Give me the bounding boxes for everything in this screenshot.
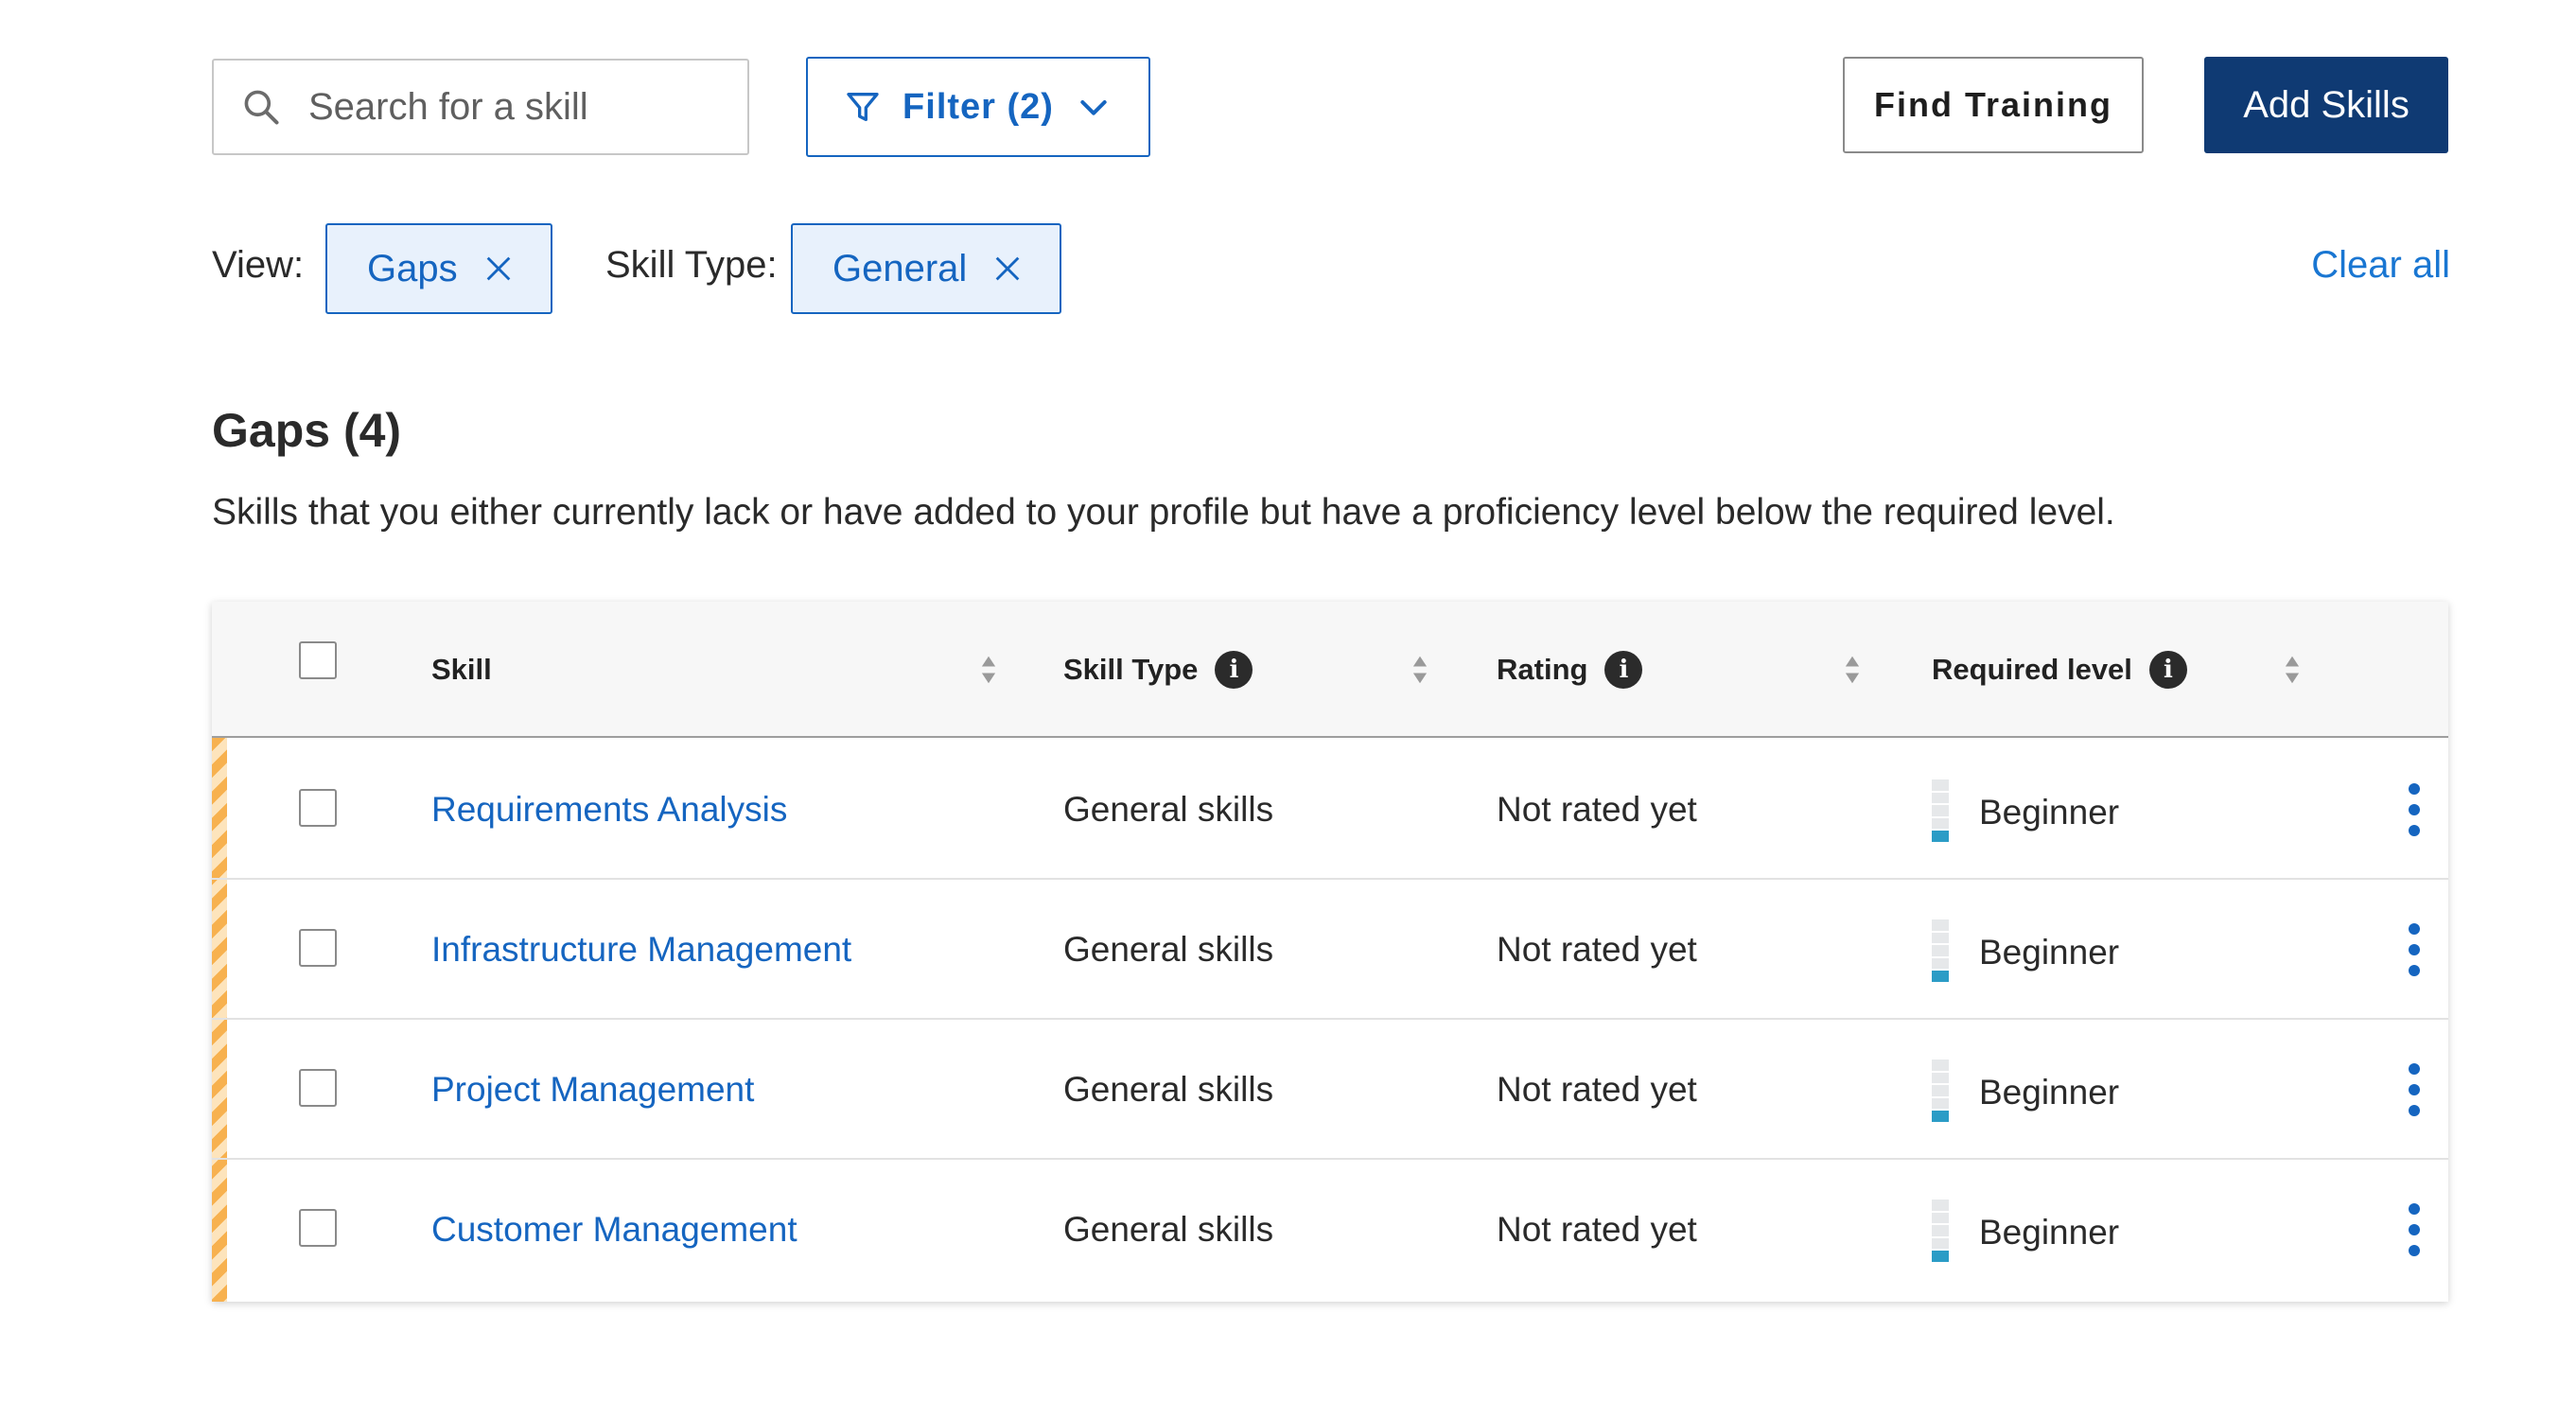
table-row: Requirements Analysis General skills Not…: [212, 740, 2448, 880]
column-header-skill-type[interactable]: Skill Type i: [1063, 602, 1253, 738]
more-vertical-icon[interactable]: [2395, 1201, 2433, 1258]
column-header-skill-type-label: Skill Type: [1063, 653, 1199, 686]
row-checkbox[interactable]: [299, 789, 337, 827]
table-row: Infrastructure Management General skills…: [212, 880, 2448, 1020]
filter-funnel-icon: [847, 93, 879, 121]
level-segment: [1932, 1060, 1949, 1071]
select-all-checkbox[interactable]: [299, 641, 337, 679]
skill-name-link[interactable]: Project Management: [431, 1070, 754, 1110]
more-vertical-icon[interactable]: [2395, 781, 2433, 838]
close-icon[interactable]: [482, 253, 515, 285]
skill-type-cell: General skills: [1063, 930, 1274, 969]
level-segment: [1932, 831, 1949, 842]
level-segment: [1932, 1225, 1949, 1236]
info-icon[interactable]: i: [2148, 651, 2187, 689]
add-skills-button[interactable]: Add Skills: [2204, 57, 2448, 153]
level-segment: [1932, 1097, 1949, 1110]
level-segment: [1932, 1072, 1949, 1084]
row-checkbox[interactable]: [299, 1069, 337, 1107]
skill-type-filter-chip[interactable]: General: [791, 223, 1062, 314]
level-segment: [1932, 1212, 1949, 1224]
required-level-cell: Beginner: [1979, 933, 2120, 972]
skill-type-filter-label: Skill Type:: [605, 244, 778, 286]
view-filter-label: View:: [212, 244, 305, 286]
column-header-rating-label: Rating: [1497, 653, 1588, 686]
sort-icon[interactable]: [1411, 655, 1428, 685]
skill-name-link[interactable]: Requirements Analysis: [431, 790, 787, 830]
find-training-label: Find Training: [1874, 85, 2112, 124]
required-level-cell: Beginner: [1979, 1073, 2120, 1112]
level-segment: [1932, 1085, 1949, 1096]
sort-icon[interactable]: [1844, 655, 1861, 685]
skills-table: Skill Skill Type i Rating i Required lev…: [212, 602, 2448, 1302]
level-segment: [1932, 957, 1949, 970]
view-chip-label: Gaps: [367, 247, 458, 289]
skills-gaps-page: Filter (2) Find Training Add Skills View…: [0, 0, 2576, 1401]
level-segment: [1932, 919, 1949, 931]
row-checkbox[interactable]: [299, 929, 337, 967]
level-segment: [1932, 1200, 1949, 1211]
clear-all-link[interactable]: Clear all: [2311, 244, 2450, 287]
column-header-required-level-label: Required level: [1932, 653, 2132, 686]
table-row: Customer Management General skills Not r…: [212, 1160, 2448, 1300]
filter-button[interactable]: Filter (2): [806, 57, 1150, 157]
view-filter-chip[interactable]: Gaps: [325, 223, 552, 314]
skill-type-cell: General skills: [1063, 1210, 1274, 1249]
level-segment: [1932, 1251, 1949, 1262]
section-title: Gaps (4): [212, 404, 402, 457]
add-skills-label: Add Skills: [2243, 83, 2410, 126]
filter-button-label: Filter (2): [902, 86, 1054, 127]
sort-icon[interactable]: [980, 655, 997, 685]
skill-type-chip-label: General: [832, 247, 968, 289]
level-meter: [1932, 1060, 1949, 1122]
level-segment: [1932, 779, 1949, 791]
row-checkbox[interactable]: [299, 1209, 337, 1247]
section-description: Skills that you either currently lack or…: [212, 492, 2115, 533]
required-level-cell: Beginner: [1979, 1213, 2120, 1252]
skill-type-cell: General skills: [1063, 1070, 1274, 1109]
skill-type-cell: General skills: [1063, 790, 1274, 829]
level-meter: [1932, 1200, 1949, 1262]
sort-icon[interactable]: [2284, 655, 2301, 685]
close-icon[interactable]: [991, 253, 1024, 285]
info-icon[interactable]: i: [1215, 651, 1253, 689]
level-meter: [1932, 919, 1949, 982]
level-segment: [1932, 1237, 1949, 1250]
skill-name-link[interactable]: Customer Management: [431, 1210, 797, 1250]
column-header-skill[interactable]: Skill: [431, 602, 492, 738]
required-level-cell: Beginner: [1979, 793, 2120, 832]
rating-cell: Not rated yet: [1497, 1210, 1697, 1249]
table-row: Project Management General skills Not ra…: [212, 1020, 2448, 1160]
column-header-skill-label: Skill: [431, 653, 492, 686]
table-header: Skill Skill Type i Rating i Required lev…: [212, 602, 2448, 738]
level-segment: [1932, 817, 1949, 830]
column-header-required-level[interactable]: Required level i: [1932, 602, 2187, 738]
find-training-button[interactable]: Find Training: [1843, 57, 2144, 153]
level-segment: [1932, 971, 1949, 982]
level-segment: [1932, 792, 1949, 804]
level-segment: [1932, 932, 1949, 944]
level-segment: [1932, 805, 1949, 816]
skill-name-link[interactable]: Infrastructure Management: [431, 930, 851, 970]
level-segment: [1932, 1111, 1949, 1122]
search-input[interactable]: [308, 85, 725, 129]
column-header-rating[interactable]: Rating i: [1497, 602, 1643, 738]
rating-cell: Not rated yet: [1497, 1070, 1697, 1109]
more-vertical-icon[interactable]: [2395, 921, 2433, 978]
rating-cell: Not rated yet: [1497, 790, 1697, 829]
search-box[interactable]: [212, 59, 749, 155]
info-icon[interactable]: i: [1604, 651, 1643, 689]
search-icon: [244, 90, 279, 125]
level-meter: [1932, 779, 1949, 842]
more-vertical-icon[interactable]: [2395, 1061, 2433, 1118]
chevron-down-icon: [1080, 100, 1107, 115]
rating-cell: Not rated yet: [1497, 930, 1697, 969]
level-segment: [1932, 945, 1949, 956]
